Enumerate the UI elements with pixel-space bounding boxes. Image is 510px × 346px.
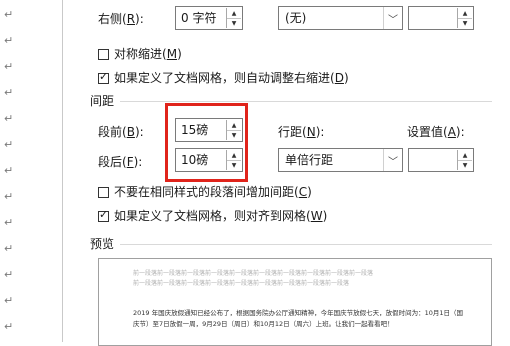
before-spacing-label: 段前(B):	[98, 125, 144, 139]
chevron-down-icon[interactable]: ﹀	[383, 149, 402, 171]
paragraph-mark-icon: ↵	[4, 86, 14, 99]
no-space-checkbox[interactable]	[98, 187, 109, 198]
preview-pane: 前一段落前一段落前一段落前一段落前一段落前一段落前一段落前一段落前一段落前一段落…	[98, 258, 492, 346]
at-value-label: 设置值(A):	[407, 125, 465, 139]
checkmark-icon: ✓	[99, 70, 109, 83]
right-indent-label: 右侧(R):	[98, 12, 144, 26]
paragraph-dialog: 右侧(R): 0 字符 ▲ ▼ (无) ﹀ ▲ ▼ 对称缩进(M) ✓ 如果定义…	[62, 0, 510, 346]
spin-down-icon[interactable]: ▼	[227, 18, 241, 28]
mirror-indents-checkbox[interactable]	[98, 49, 109, 60]
auto-adjust-label: 如果定义了文档网格，则自动调整右缩进(D)	[114, 71, 349, 85]
indent-by-spinner[interactable]: ▲ ▼	[408, 6, 474, 30]
auto-adjust-checkbox[interactable]: ✓	[98, 70, 109, 84]
paragraph-mark-icon: ↵	[4, 164, 14, 177]
after-spacing-label: 段后(F):	[98, 155, 143, 169]
paragraph-mark-icon: ↵	[4, 294, 14, 307]
line-spacing-value: 单倍行距	[285, 153, 334, 167]
spacing-separator	[120, 101, 492, 102]
special-indent-combo[interactable]: (无) ﹀	[278, 6, 403, 30]
paragraph-mark-icon: ↵	[4, 242, 14, 255]
right-indent-value: 0 字符	[181, 11, 217, 25]
line-spacing-combo[interactable]: 单倍行距 ﹀	[278, 148, 403, 172]
spacing-section-title: 间距	[90, 94, 115, 108]
preview-previous-paragraph: 前一段落前一段落前一段落前一段落前一段落前一段落前一段落前一段落前一段落前一段落	[133, 270, 374, 277]
chevron-down-icon[interactable]: ﹀	[383, 7, 402, 29]
paragraph-mark-icon: ↵	[4, 216, 14, 229]
paragraph-mark-icon: ↵	[4, 268, 14, 281]
preview-section-title: 预览	[90, 237, 115, 251]
paragraph-mark-icon: ↵	[4, 138, 14, 151]
spinner-buttons: ▲ ▼	[457, 8, 472, 28]
paragraph-mark-icon: ↵	[4, 190, 14, 203]
preview-previous-paragraph: 前一段落前一段落前一段落前一段落前一段落前一段落前一段落前一段落前一段落	[133, 280, 350, 287]
spin-down-icon[interactable]: ▼	[458, 18, 472, 28]
checkmark-icon: ✓	[99, 208, 109, 221]
right-indent-spinner[interactable]: 0 字符 ▲ ▼	[175, 6, 243, 30]
line-spacing-label: 行距(N):	[278, 125, 325, 139]
paragraph-mark-icon: ↵	[4, 320, 14, 333]
paragraph-mark-icon: ↵	[4, 112, 14, 125]
spinner-buttons: ▲ ▼	[457, 150, 472, 170]
preview-current-paragraph: 2019 年国庆放假通知已经公布了，根据国务院办公厅通知精神，今年国庆节放假七天…	[133, 309, 464, 328]
spinner-buttons: ▲ ▼	[226, 8, 241, 28]
snap-grid-label: 如果定义了文档网格，则对齐到网格(W)	[114, 209, 328, 223]
special-indent-value: (无)	[285, 11, 307, 25]
snap-grid-checkbox[interactable]: ✓	[98, 208, 109, 222]
no-space-label: 不要在相同样式的段落间增加间距(C)	[114, 185, 312, 199]
paragraph-mark-icon: ↵	[4, 8, 14, 21]
highlight-box	[165, 103, 248, 182]
mirror-indents-label: 对称缩进(M)	[114, 47, 182, 61]
preview-separator	[120, 244, 492, 245]
at-value-spinner[interactable]: ▲ ▼	[408, 148, 474, 172]
document-margin: ↵ ↵ ↵ ↵ ↵ ↵ ↵ ↵ ↵ ↵ ↵ ↵ ↵	[0, 0, 62, 340]
spin-down-icon[interactable]: ▼	[458, 160, 472, 170]
paragraph-mark-icon: ↵	[4, 34, 14, 47]
paragraph-mark-icon: ↵	[4, 60, 14, 73]
